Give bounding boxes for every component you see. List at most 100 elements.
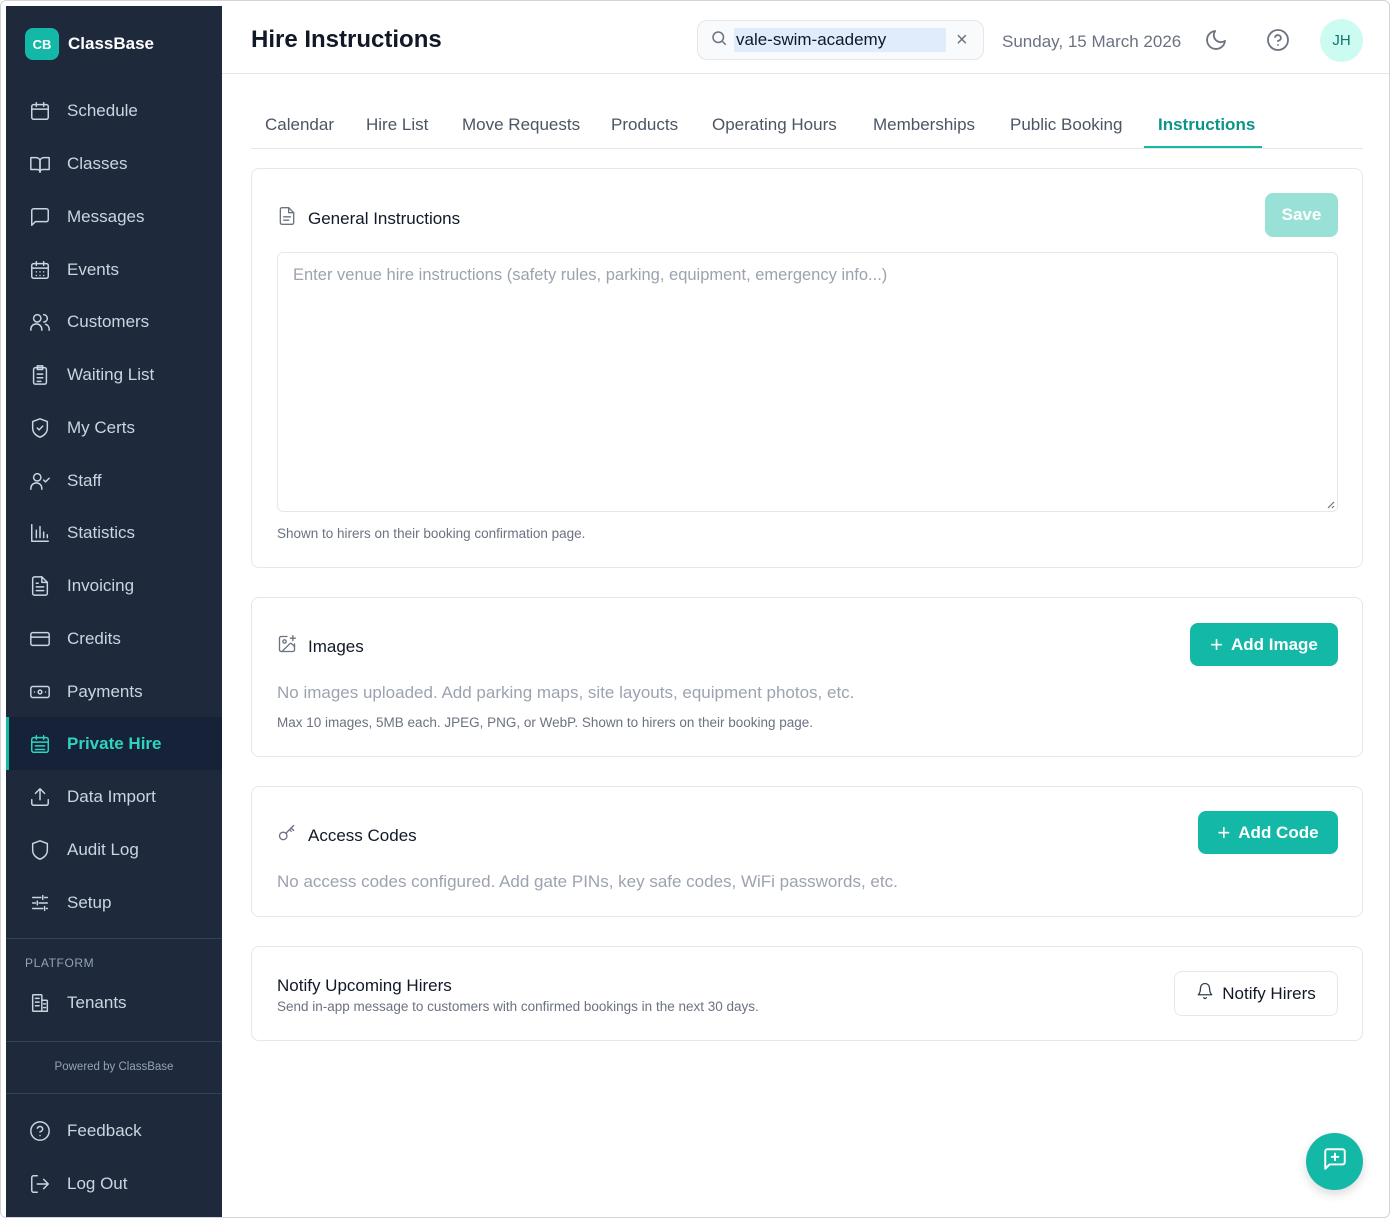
sidebar-item-waiting-list[interactable]: Waiting List [6, 348, 222, 401]
sidebar-item-my-certs[interactable]: My Certs [6, 401, 222, 454]
sliders-icon [28, 891, 52, 915]
page-title: Hire Instructions [251, 26, 442, 53]
brand[interactable]: CB ClassBase [25, 25, 154, 63]
sidebar-item-staff[interactable]: Staff [6, 454, 222, 507]
general-instructions-card: General Instructions Save Shown to hirer… [251, 168, 1363, 568]
sidebar-item-setup[interactable]: Setup [6, 876, 222, 929]
users-icon [28, 310, 52, 334]
calendar-grid-icon [28, 732, 52, 756]
sidebar-item-invoicing[interactable]: Invoicing [6, 559, 222, 612]
access-codes-card: Access Codes + Add Code No access codes … [251, 786, 1363, 917]
current-date: Sunday, 15 March 2026 [1002, 32, 1182, 51]
upload-icon [28, 785, 52, 809]
platform-section-label: PLATFORM [25, 956, 95, 970]
sidebar-item-label: Data Import [67, 786, 156, 806]
sidebar-item-private-hire[interactable]: Private Hire [6, 717, 222, 770]
tab-public-booking[interactable]: Public Booking [1010, 105, 1122, 148]
sidebar-item-label: Waiting List [67, 364, 155, 384]
app-window: CB ClassBase Schedule Classes Messages E… [0, 0, 1390, 1218]
tab-instructions[interactable]: Instructions [1158, 105, 1255, 148]
moon-icon[interactable] [1204, 28, 1230, 54]
sidebar-item-label: Private Hire [67, 733, 162, 753]
images-hint: Max 10 images, 5MB each. JPEG, PNG, or W… [277, 715, 814, 730]
notify-title: Notify Upcoming Hirers [277, 976, 452, 995]
sidebar-item-customers[interactable]: Customers [6, 295, 222, 348]
sidebar-item-messages[interactable]: Messages [6, 190, 222, 243]
file-text-icon [277, 206, 308, 231]
tab-move-requests[interactable]: Move Requests [462, 105, 580, 148]
log-out-icon [28, 1172, 52, 1196]
images-empty-text: No images uploaded. Add parking maps, si… [277, 683, 855, 702]
sidebar-item-label: Customers [67, 311, 150, 331]
notify-hirers-button[interactable]: Notify Hirers [1174, 971, 1338, 1016]
sidebar-item-label: Schedule [67, 100, 138, 120]
add-image-label: Add Image [1230, 634, 1318, 654]
search-input[interactable] [734, 28, 946, 52]
tab-memberships[interactable]: Memberships [873, 105, 975, 148]
sidebar-item-payments[interactable]: Payments [6, 665, 222, 718]
sidebar-item-label: My Certs [67, 417, 135, 437]
building-icon [28, 991, 52, 1015]
sidebar-item-classes[interactable]: Classes [6, 137, 222, 190]
bar-chart-icon [28, 521, 52, 545]
sidebar-divider [6, 938, 222, 939]
tab-products[interactable]: Products [611, 105, 678, 148]
card-title-text: Images [308, 636, 364, 656]
bell-icon [1196, 982, 1222, 1005]
card-title: Access Codes [277, 823, 417, 848]
instructions-hint: Shown to hirers on their booking confirm… [277, 526, 586, 541]
file-text-icon [28, 574, 52, 598]
sidebar-item-audit-log[interactable]: Audit Log [6, 823, 222, 876]
tab-calendar[interactable]: Calendar [265, 105, 334, 148]
add-code-button[interactable]: + Add Code [1198, 811, 1338, 854]
message-plus-icon [1322, 1146, 1348, 1177]
add-image-button[interactable]: + Add Image [1190, 623, 1338, 666]
close-icon[interactable]: × [956, 29, 968, 52]
brand-name: ClassBase [68, 34, 155, 53]
clipboard-list-icon [28, 363, 52, 387]
sidebar-item-log-out[interactable]: Log Out [6, 1157, 222, 1210]
calendar-icon [28, 99, 52, 123]
sidebar-item-feedback[interactable]: Feedback [6, 1104, 222, 1157]
sidebar-item-schedule[interactable]: Schedule [6, 84, 222, 137]
sidebar-item-label: Setup [67, 892, 112, 912]
help-circle-icon [28, 1119, 52, 1143]
sidebar-item-label: Messages [67, 206, 145, 226]
sidebar-item-label: Credits [67, 628, 121, 648]
sidebar-item-credits[interactable]: Credits [6, 612, 222, 665]
sidebar-item-label: Audit Log [67, 839, 139, 859]
powered-by: Powered by ClassBase [54, 1061, 174, 1073]
resize-handle-icon[interactable] [1325, 499, 1335, 509]
search-icon [698, 29, 728, 52]
notify-subtitle: Send in-app message to customers with co… [277, 999, 759, 1014]
sidebar-item-label: Log Out [67, 1173, 128, 1193]
card-title: General Instructions [277, 206, 460, 231]
sidebar: CB ClassBase Schedule Classes Messages E… [6, 6, 222, 1217]
sidebar-item-label: Staff [67, 470, 102, 490]
banknote-icon [28, 680, 52, 704]
images-card: Images + Add Image No images uploaded. A… [251, 597, 1363, 757]
avatar[interactable]: JH [1320, 19, 1363, 62]
save-button[interactable]: Save [1265, 193, 1338, 237]
sidebar-item-statistics[interactable]: Statistics [6, 506, 222, 559]
sidebar-divider [6, 1041, 222, 1042]
shield-icon [28, 838, 52, 862]
help-icon[interactable] [1266, 28, 1292, 54]
plus-icon: + [1210, 631, 1223, 657]
tenant-search[interactable]: × [697, 20, 984, 60]
sidebar-item-data-import[interactable]: Data Import [6, 770, 222, 823]
tab-operating-hours[interactable]: Operating Hours [712, 105, 837, 148]
sidebar-item-label: Statistics [67, 522, 136, 542]
sidebar-item-tenants[interactable]: Tenants [6, 976, 222, 1029]
tab-hire-list[interactable]: Hire List [366, 105, 428, 148]
sidebar-item-label: Classes [67, 153, 128, 173]
top-header: Hire Instructions × Sunday, 15 March 202… [222, 6, 1389, 74]
feedback-fab[interactable] [1306, 1133, 1363, 1190]
card-title-text: General Instructions [308, 208, 461, 228]
instructions-textarea[interactable] [277, 252, 1338, 512]
key-icon [277, 823, 308, 848]
tab-bar: Calendar Hire List Move Requests Product… [251, 105, 1363, 149]
sidebar-item-events[interactable]: Events [6, 243, 222, 296]
notify-card: Notify Upcoming Hirers Send in-app messa… [251, 946, 1363, 1041]
sidebar-item-label: Invoicing [67, 575, 135, 595]
